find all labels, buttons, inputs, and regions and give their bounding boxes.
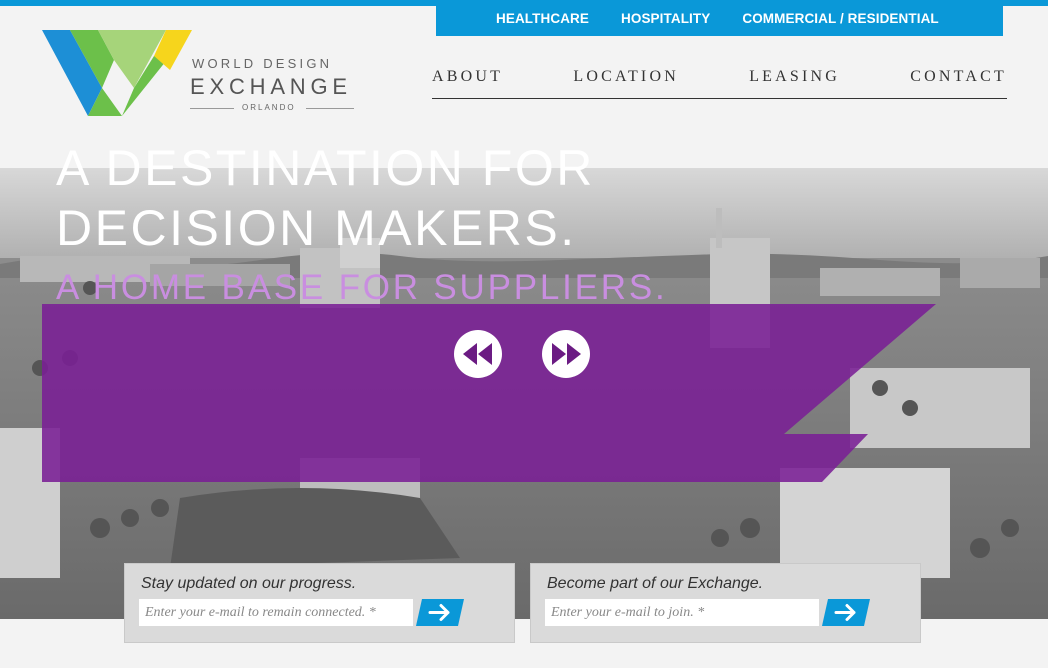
slideshow-next-button[interactable]	[542, 330, 590, 378]
logo[interactable]: WORLD DESIGN EXCHANGE ORLANDO	[42, 28, 362, 120]
hero-subhead: A HOME BASE FOR SUPPLIERS.	[56, 268, 668, 307]
slideshow-prev-button[interactable]	[454, 330, 502, 378]
join-email-input[interactable]	[545, 599, 819, 626]
sector-link-healthcare[interactable]: HEALTHCARE	[496, 11, 589, 26]
nav-leasing[interactable]: LEASING	[749, 68, 840, 86]
logo-line-world-design: WORLD DESIGN	[192, 56, 333, 71]
logo-line-exchange: EXCHANGE	[190, 74, 352, 99]
sector-link-hospitality[interactable]: HOSPITALITY	[621, 11, 710, 26]
logo-line-orlando: ORLANDO	[242, 103, 296, 112]
join-signup-title: Become part of our Exchange.	[547, 575, 764, 592]
nav-about[interactable]: ABOUT	[432, 68, 503, 86]
logo-divider	[190, 108, 234, 109]
sector-link-commercial-residential[interactable]: COMMERCIAL / RESIDENTIAL	[742, 11, 938, 26]
logo-w-mark-icon	[42, 30, 192, 116]
nav-location[interactable]: LOCATION	[573, 68, 679, 86]
arrow-right-icon	[822, 599, 870, 626]
progress-signup-panel: Stay updated on our progress.	[124, 563, 515, 643]
progress-submit-button[interactable]	[416, 599, 464, 626]
arrow-right-icon	[416, 599, 464, 626]
hero-headline-line1: A DESTINATION FOR	[56, 140, 595, 196]
join-submit-button[interactable]	[822, 599, 870, 626]
logo-divider	[306, 108, 354, 109]
hero-headline-line2: DECISION MAKERS.	[56, 200, 577, 256]
progress-email-input[interactable]	[139, 599, 413, 626]
fast-forward-icon	[552, 343, 581, 365]
progress-signup-title: Stay updated on our progress.	[141, 575, 357, 592]
join-signup-panel: Become part of our Exchange.	[530, 563, 921, 643]
rewind-icon	[463, 343, 492, 365]
headline-banner	[42, 304, 936, 482]
sector-bar: HEALTHCARE HOSPITALITY COMMERCIAL / RESI…	[436, 0, 1003, 36]
main-nav: ABOUT LOCATION LEASING CONTACT	[432, 68, 1007, 99]
nav-contact[interactable]: CONTACT	[910, 68, 1007, 86]
